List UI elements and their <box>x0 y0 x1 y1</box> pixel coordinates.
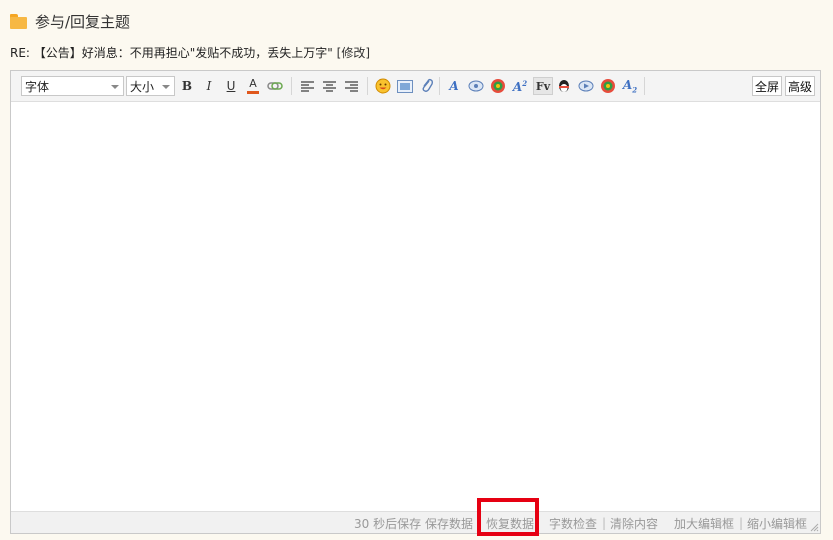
smiley-button[interactable] <box>374 77 392 95</box>
fontsize-toggle-button[interactable]: Fv <box>533 77 553 95</box>
media-icon <box>491 79 505 93</box>
bold-button[interactable]: B <box>178 77 196 95</box>
flash-icon <box>468 80 484 92</box>
italic-button[interactable]: I <box>200 77 218 95</box>
page-header: 参与/回复主题 <box>10 10 130 32</box>
edit-subject-link[interactable]: [修改] <box>337 46 370 60</box>
size-select-value: 大小 <box>130 80 155 94</box>
video-button[interactable] <box>577 77 595 95</box>
editor-statusbar: 30 秒后保存 保存数据 恢复数据 字数检查 | 清除内容 加大编辑框 | 缩小… <box>11 511 820 533</box>
font-style-button[interactable]: A <box>445 77 463 95</box>
restore-data-highlight <box>477 498 539 536</box>
qq-button[interactable] <box>555 77 573 95</box>
page-title: 参与/回复主题 <box>35 12 131 31</box>
fontsize-icon: Fv <box>535 79 551 93</box>
audio-icon <box>601 79 615 93</box>
statusbar-divider: | <box>739 516 744 530</box>
font-color-label: A <box>249 76 257 90</box>
underline-button[interactable]: U <box>222 77 240 95</box>
subscript-button[interactable]: A2 <box>621 77 639 95</box>
align-right-icon <box>344 80 358 92</box>
align-left-button[interactable] <box>298 77 316 95</box>
align-right-button[interactable] <box>342 77 360 95</box>
font-select[interactable]: 字体 <box>21 76 124 96</box>
toolbar-divider <box>291 77 292 95</box>
save-data-link[interactable]: 保存数据 <box>425 515 473 532</box>
superscript-button[interactable]: A2 <box>511 77 529 95</box>
video-icon <box>578 80 594 92</box>
paperclip-icon <box>422 78 434 92</box>
link-icon <box>267 82 283 90</box>
fullscreen-button[interactable]: 全屏 <box>752 76 783 96</box>
editor-content-area[interactable] <box>11 102 820 511</box>
size-select[interactable]: 大小 <box>126 76 175 96</box>
smiley-icon <box>375 78 391 94</box>
toolbar-divider <box>439 77 440 95</box>
chevron-down-icon <box>111 85 119 89</box>
chevron-down-icon <box>162 85 170 89</box>
editor-toolbar: 字体 大小 B I U A A A2 Fv A2 全屏 高级 <box>11 71 820 102</box>
subject-text: RE: 【公告】好消息：不用再担心"发贴不成功，丢失上万字" <box>10 46 333 60</box>
image-icon <box>397 79 413 93</box>
statusbar-divider: | <box>602 516 607 530</box>
align-center-button[interactable] <box>320 77 338 95</box>
clear-content-link[interactable]: 清除内容 <box>610 515 658 532</box>
qq-penguin-icon <box>559 80 569 92</box>
word-count-link[interactable]: 字数检查 <box>549 515 597 532</box>
toolbar-divider <box>644 77 645 95</box>
folder-icon <box>10 13 27 29</box>
color-bar-icon <box>247 90 259 94</box>
align-center-icon <box>322 80 336 92</box>
enlarge-editor-link[interactable]: 加大编辑框 <box>674 515 734 532</box>
editor: 字体 大小 B I U A A A2 Fv A2 全屏 高级 30 秒后保存 保… <box>10 70 821 534</box>
advanced-button[interactable]: 高级 <box>785 76 816 96</box>
superscript-icon: A2 <box>512 78 528 94</box>
image-button[interactable] <box>396 77 414 95</box>
subscript-icon: A2 <box>622 77 638 95</box>
shrink-editor-link[interactable]: 缩小编辑框 <box>747 515 807 532</box>
font-color-button[interactable]: A <box>244 77 262 95</box>
toolbar-divider <box>367 77 368 95</box>
align-left-icon <box>300 80 314 92</box>
autosave-countdown: 30 秒后保存 <box>354 517 422 531</box>
font-style-icon: A <box>449 79 459 93</box>
font-select-value: 字体 <box>25 80 50 94</box>
subject-line: RE: 【公告】好消息：不用再担心"发贴不成功，丢失上万字" [修改] <box>10 44 370 61</box>
resize-grip-icon[interactable] <box>809 522 819 532</box>
audio-button[interactable] <box>599 77 617 95</box>
link-button[interactable] <box>266 77 284 95</box>
media-button[interactable] <box>489 77 507 95</box>
attachment-button[interactable] <box>418 77 436 95</box>
flash-button[interactable] <box>467 77 485 95</box>
